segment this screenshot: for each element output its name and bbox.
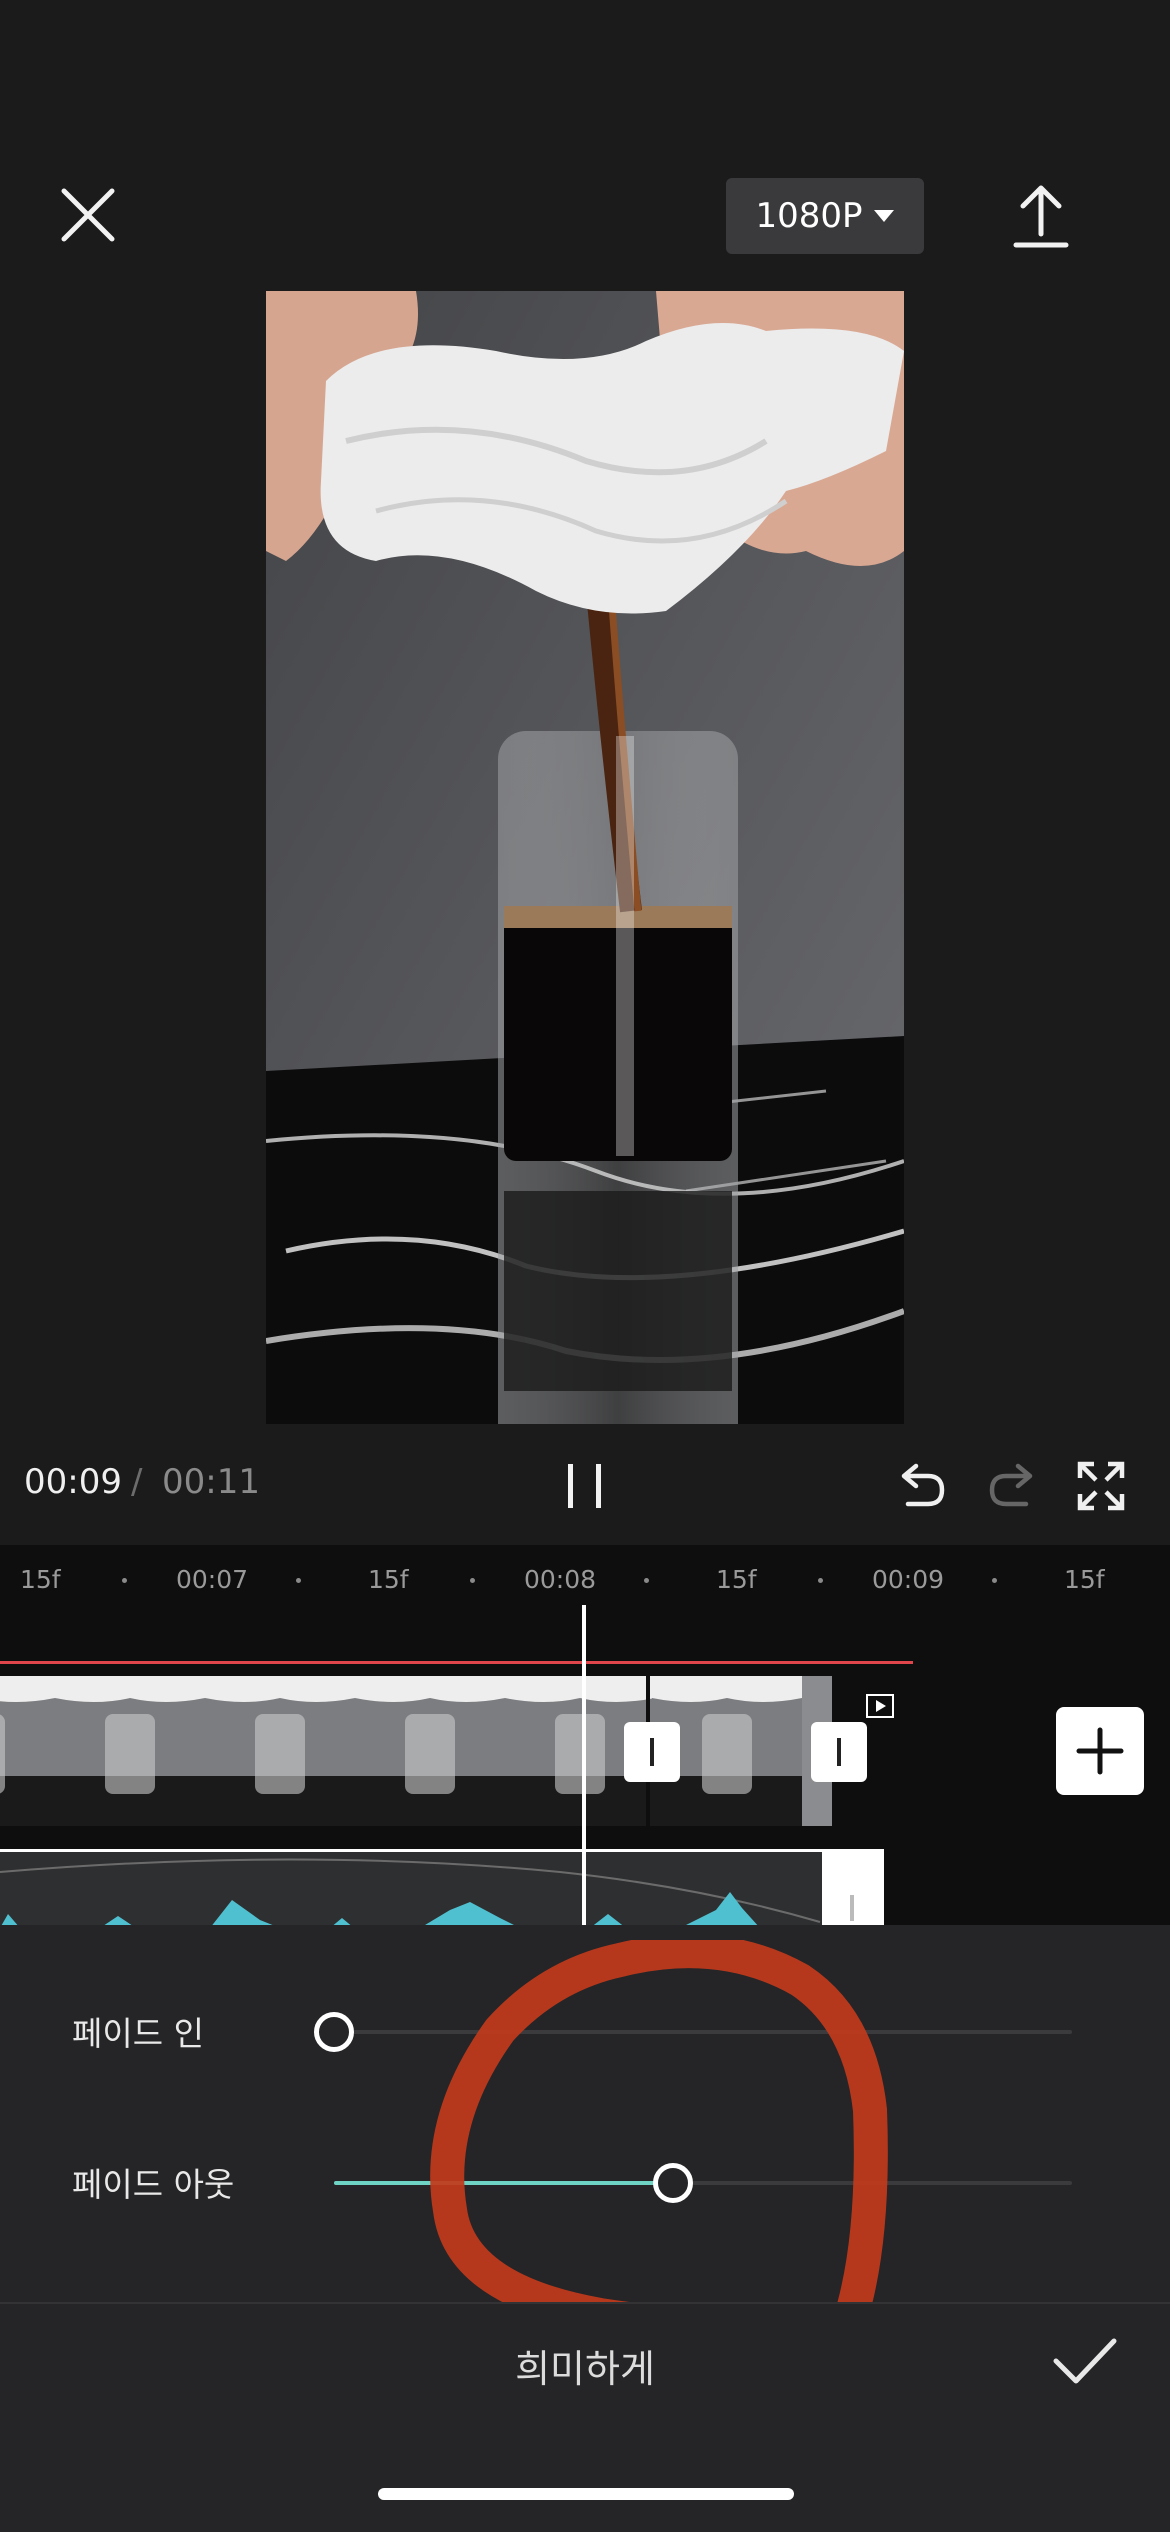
fullscreen-button[interactable] — [1076, 1460, 1126, 1512]
checkmark-icon — [1053, 2338, 1117, 2384]
close-button[interactable] — [58, 185, 118, 245]
clip-thumbnail — [205, 1676, 355, 1826]
ruler-label: 00:07 — [176, 1565, 249, 1594]
upload-icon — [1013, 185, 1069, 248]
timeline-marker-line — [0, 1661, 913, 1664]
ruler-label: 15f — [716, 1565, 757, 1594]
video-preview[interactable] — [266, 291, 904, 1424]
caret-down-icon — [873, 210, 894, 222]
pause-button[interactable] — [560, 1460, 610, 1512]
ruler-dot — [122, 1578, 127, 1583]
total-duration: 00:11 — [162, 1462, 260, 1502]
fade-in-label: 페이드 인 — [72, 2014, 204, 2053]
fade-in-slider-thumb[interactable] — [314, 2012, 354, 2052]
pause-icon — [568, 1464, 601, 1508]
video-frame-image — [266, 291, 904, 1424]
time-separator: / — [131, 1462, 143, 1502]
resolution-dropdown[interactable]: 1080P — [726, 178, 924, 254]
close-icon — [61, 188, 115, 242]
ruler-dot — [470, 1578, 475, 1583]
ruler-label: 00:09 — [872, 1565, 945, 1594]
ruler-label: 15f — [1064, 1565, 1105, 1594]
undo-button[interactable] — [894, 1458, 950, 1514]
ruler-label: 15f — [20, 1565, 61, 1594]
ruler-label: 00:08 — [524, 1565, 597, 1594]
transition-handle[interactable] — [624, 1722, 680, 1782]
playhead[interactable] — [582, 1605, 586, 1927]
ruler-dot — [992, 1578, 997, 1583]
resolution-label: 1080P — [755, 196, 863, 236]
redo-icon — [989, 1463, 1033, 1507]
fade-out-label: 페이드 아웃 — [72, 2165, 235, 2204]
audio-waveform — [0, 1858, 821, 1925]
ruler-dot — [644, 1578, 649, 1583]
current-time: 00:09 — [24, 1462, 122, 1502]
confirm-button[interactable] — [1052, 2333, 1118, 2389]
audio-track[interactable] — [0, 1849, 884, 1925]
fullscreen-icon — [1077, 1461, 1125, 1511]
clip-end-handle[interactable] — [811, 1722, 867, 1782]
audio-end-handle[interactable] — [822, 1849, 884, 1925]
ruler-label: 15f — [368, 1565, 409, 1594]
undo-icon — [901, 1463, 945, 1507]
plus-icon — [1076, 1727, 1124, 1775]
clip-thumbnail — [355, 1676, 505, 1826]
panel-title: 희미하게 — [515, 2347, 655, 2391]
clip-thumbnail — [0, 1676, 55, 1826]
add-clip-button[interactable] — [1056, 1707, 1144, 1795]
redo-button[interactable] — [984, 1458, 1040, 1514]
video-clip-track[interactable] — [0, 1676, 832, 1826]
clip-play-icon — [866, 1694, 894, 1718]
ruler-dot — [818, 1578, 823, 1583]
export-button[interactable] — [1010, 182, 1072, 252]
ruler-dot — [296, 1578, 301, 1583]
clip-thumbnail — [55, 1676, 205, 1826]
home-indicator — [378, 2488, 794, 2500]
